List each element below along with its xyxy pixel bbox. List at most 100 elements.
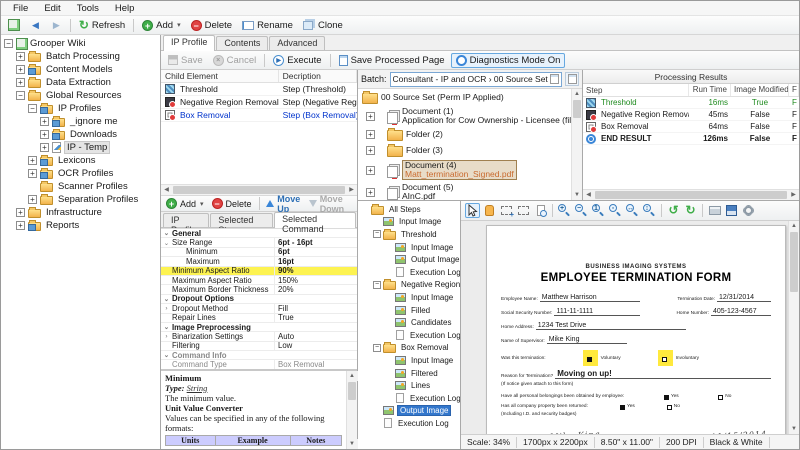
tree-item-input-image[interactable]: Input Image (358, 216, 460, 229)
property-row-repair-lines[interactable]: Repair LinesTrue (161, 314, 357, 323)
results-hscrollbar[interactable]: ◀ ▶ (583, 189, 799, 200)
property-row-general[interactable]: ⌄General (161, 229, 357, 238)
tree-item-candidates[interactable]: Candidates (358, 316, 460, 329)
print-button[interactable] (707, 203, 722, 218)
tab-selected-command[interactable]: Selected Command (274, 212, 356, 228)
tree-item-execution-log[interactable]: Execution Log (358, 329, 460, 342)
results-table[interactable]: Threshold16msTrueFNegative Region Remova… (583, 97, 799, 189)
tree-item-input-image[interactable]: Input Image (358, 354, 460, 367)
scroll-left-icon[interactable]: ◀ (583, 190, 594, 200)
menu-item-edit[interactable]: Edit (36, 3, 68, 14)
tree-item-box-removal[interactable]: −Box Removal (358, 342, 460, 355)
tree-expander[interactable]: + (366, 130, 375, 139)
tree-item-separation-profiles[interactable]: +Separation Profiles (1, 193, 160, 206)
tree-expander[interactable]: + (16, 78, 25, 87)
fit-width-button[interactable]: ↔ (625, 203, 640, 218)
zoom-region-button[interactable] (516, 203, 531, 218)
scroll-down-icon[interactable]: ▼ (789, 424, 800, 434)
tree-item--ignore-me[interactable]: +_ignore me (1, 115, 160, 128)
batch-item-document-5-[interactable]: +Document (5)AInC.pdf (358, 183, 571, 200)
tab-contents[interactable]: Contents (216, 36, 268, 50)
rotate-left-button[interactable]: ↺ (666, 203, 681, 218)
zoom-fit-button[interactable]: ▫ (608, 203, 623, 218)
tree-expander[interactable]: − (4, 39, 13, 48)
help-vscrollbar[interactable]: ▲ ▼ (346, 371, 357, 449)
save-processed-page-button[interactable]: Save Processed Page (335, 54, 449, 67)
menu-item-help[interactable]: Help (107, 3, 143, 14)
property-row-binarization-settings[interactable]: ›Binarization SettingsAuto (161, 332, 357, 341)
app-button[interactable] (4, 18, 24, 32)
tree-expander[interactable]: − (373, 281, 381, 289)
tree-item-ip-temp[interactable]: +IP - Temp (1, 141, 160, 154)
rename-button[interactable]: Rename (238, 19, 297, 32)
menu-item-file[interactable]: File (5, 3, 36, 14)
tree-item-input-image[interactable]: Input Image (358, 241, 460, 254)
tree-expander[interactable]: + (40, 143, 49, 152)
tree-expander[interactable]: + (366, 166, 375, 175)
pointer-button[interactable] (465, 203, 480, 218)
property-row-maximum-aspect-ratio[interactable]: Maximum Aspect Ratio150% (161, 276, 357, 285)
move-up-button[interactable]: Move Up (263, 194, 303, 214)
move-down-button[interactable]: Move Down (306, 194, 355, 214)
property-row-command-info[interactable]: ⌄Command Info (161, 351, 357, 360)
scroll-right-icon[interactable]: ▶ (788, 190, 799, 200)
child-element-row[interactable]: Negative Region RemovalStep (Negative Re… (161, 96, 357, 109)
tree-item-all-steps[interactable]: All Steps (358, 203, 460, 216)
property-row-filtering[interactable]: FilteringLow (161, 342, 357, 351)
diagnostics-steps-tree[interactable]: All StepsInput Image−ThresholdInput Imag… (358, 201, 461, 449)
tree-expander[interactable]: + (366, 146, 375, 155)
batch-tree[interactable]: 00 Source Set (Perm IP Applied) +Document… (358, 89, 571, 200)
diagnostics-mode-on-button[interactable]: Diagnostics Mode On (451, 53, 566, 68)
clone-button[interactable]: Clone (299, 19, 347, 32)
tree-expander[interactable]: + (16, 221, 25, 230)
forward-button[interactable]: ▶ (47, 19, 66, 32)
scroll-thumb[interactable] (348, 382, 356, 400)
region-select-button[interactable] (499, 203, 514, 218)
tab-ip-profile[interactable]: IP Profile (163, 35, 215, 51)
batch-item-00-source-set-perm-ip-applied-[interactable]: 00 Source Set (Perm IP Applied) (358, 91, 571, 104)
tree-item-lines[interactable]: Lines (358, 379, 460, 392)
property-row-minimum[interactable]: Minimum6pt (161, 248, 357, 257)
scroll-down-icon[interactable]: ▼ (347, 439, 358, 449)
hand-button[interactable] (482, 203, 497, 218)
batch-item-document-4-[interactable]: +Document (4)Matt_termination_Signed.pdf (358, 160, 571, 180)
tree-expander[interactable]: − (373, 344, 381, 352)
tree-item-execution-log[interactable]: Execution Log (358, 417, 460, 430)
cancel-button[interactable]: ×Cancel (209, 54, 261, 67)
batch-edit-button[interactable] (565, 72, 579, 86)
batch-item-folder-2-[interactable]: +Folder (2) (358, 128, 571, 141)
tree-item-data-extraction[interactable]: +Data Extraction (1, 76, 160, 89)
tab-selected-step[interactable]: Selected Step (210, 213, 273, 227)
rotate-right-button[interactable]: ↻ (683, 203, 698, 218)
tab-ip-profile[interactable]: IP Profile (163, 213, 209, 227)
tree-expander[interactable]: + (28, 156, 37, 165)
scroll-left-icon[interactable]: ◀ (161, 185, 172, 195)
tree-item-lexicons[interactable]: +Lexicons (1, 154, 160, 167)
refresh-button[interactable]: ↻Refresh (75, 19, 129, 32)
add-button[interactable]: +Add▾ (138, 19, 184, 32)
tree-item-ocr-profiles[interactable]: +OCR Profiles (1, 167, 160, 180)
tree-expander[interactable]: + (16, 52, 25, 61)
tree-item-global-resources[interactable]: −Global Resources (1, 89, 160, 102)
column-header-child-element[interactable]: Child Element (161, 70, 279, 82)
tree-item-input-image[interactable]: Input Image (358, 291, 460, 304)
child-grid[interactable]: ThresholdStep (Threshold)Negative Region… (161, 83, 357, 184)
scroll-down-icon[interactable]: ▼ (572, 190, 583, 200)
tree-expander[interactable]: + (366, 112, 375, 121)
batch-item-folder-3-[interactable]: +Folder (3) (358, 144, 571, 157)
back-button[interactable]: ◀ (26, 19, 45, 32)
viewer-vscrollbar[interactable]: ▲ ▼ (788, 221, 799, 434)
property-row-maximum-border-thickness[interactable]: Maximum Border Thickness20% (161, 285, 357, 294)
tab-advanced[interactable]: Advanced (269, 36, 325, 50)
result-row-end-result[interactable]: END RESULT126msFalseF (583, 133, 799, 145)
execute-button[interactable]: ▶Execute (269, 54, 325, 67)
tree-item-execution-log[interactable]: Execution Log (358, 392, 460, 405)
save-image-button[interactable] (724, 203, 739, 218)
result-row-box-removal[interactable]: Box Removal64msFalseF (583, 121, 799, 133)
tree-expander[interactable]: + (16, 208, 25, 217)
tree-expander[interactable]: − (373, 230, 381, 238)
batch-combo[interactable]: Consultant - IP and OCR › 00 Source Set … (390, 72, 562, 87)
zoom-in-button[interactable]: + (557, 203, 572, 218)
tree-expander[interactable]: − (28, 104, 37, 113)
tree-item-content-models[interactable]: +Content Models (1, 63, 160, 76)
